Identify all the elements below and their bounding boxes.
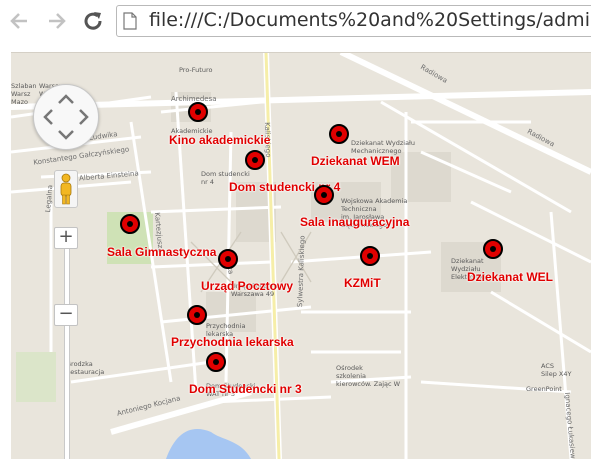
map-marker-dom-studencki-3[interactable] [206,352,226,372]
address-bar[interactable]: file:///C:/Documents%20and%20Settings/ad… [116,5,591,37]
page-icon [123,12,137,30]
map-marker-kzmit[interactable] [360,246,380,266]
reload-button[interactable] [80,8,106,34]
marker-label-dom-studencki-3: Dom Studencki nr 3 [189,382,302,396]
pan-control[interactable] [33,84,99,150]
poi-acs: ACS Silep X4Y [541,362,572,378]
poi-dziekanat-wem-sub: Dziekanat Wydziału Mechanicznego [351,139,416,155]
map-marker-przychodnia-lekarska[interactable] [187,305,207,325]
pan-arrows-icon [43,94,89,140]
street-view-pegman[interactable] [54,170,78,208]
reload-icon [84,12,102,30]
zoom-in-button[interactable]: + [54,227,78,249]
map-frame: Radiowa Radiowa Kaliskiego Sylwestra Kal… [0,44,591,459]
marker-label-sala-gimnastyczna: Sala Gimnastyczna [107,245,217,259]
arrow-right-icon [49,13,66,29]
marker-label-dziekanat-wel: Dziekanat WEL [467,270,554,284]
marker-label-przychodnia-lekarska: Przychodnia lekarska [171,335,294,349]
map-marker-dom-studencki-4[interactable] [245,150,265,170]
poi-grodzka: Grodzka Restauracja [66,360,105,376]
map-marker-urzad-pocztowy[interactable] [218,249,238,269]
marker-label-urzad-pocztowy: Urząd Pocztowy [201,279,294,293]
map-marker-sala-inauguracyjna[interactable] [314,185,334,205]
map-marker-sala-gimnastyczna[interactable] [120,214,140,234]
street-view-pegman-icon [60,173,72,205]
marker-label-kzmit: KZMiT [344,276,381,290]
marker-label-sala-inauguracyjna: Sala inauguracyjna [300,215,410,229]
map-marker-dziekanat-wel[interactable] [483,239,503,259]
zoom-slider-track[interactable] [64,248,70,459]
map-marker-dziekanat-wem[interactable] [329,124,349,144]
poi-osrodek: Ośrodek szkolenia kierowców. Zając W [336,364,401,388]
map-canvas[interactable]: Radiowa Radiowa Kaliskiego Sylwestra Kal… [11,52,591,459]
browser-toolbar: file:///C:/Documents%20and%20Settings/ad… [0,0,591,44]
zoom-out-button[interactable]: − [54,304,78,326]
marker-label-kino-akademickie: Kino akademickie [169,133,271,147]
poi-pro-futuro: Pro-Futuro [179,66,213,74]
poi-szlaban: Szlaban Warsz Mazo [11,82,37,106]
forward-button[interactable] [44,8,70,34]
url-text: file:///C:/Documents%20and%20Settings/ad… [149,9,591,31]
arrow-left-icon [10,13,27,29]
back-button[interactable] [6,8,32,34]
poi-greenpoint: GreenPoint [526,385,562,393]
marker-label-dziekanat-wem: Dziekanat WEM [311,154,400,168]
map-marker-kino-akademickie[interactable] [188,102,208,122]
